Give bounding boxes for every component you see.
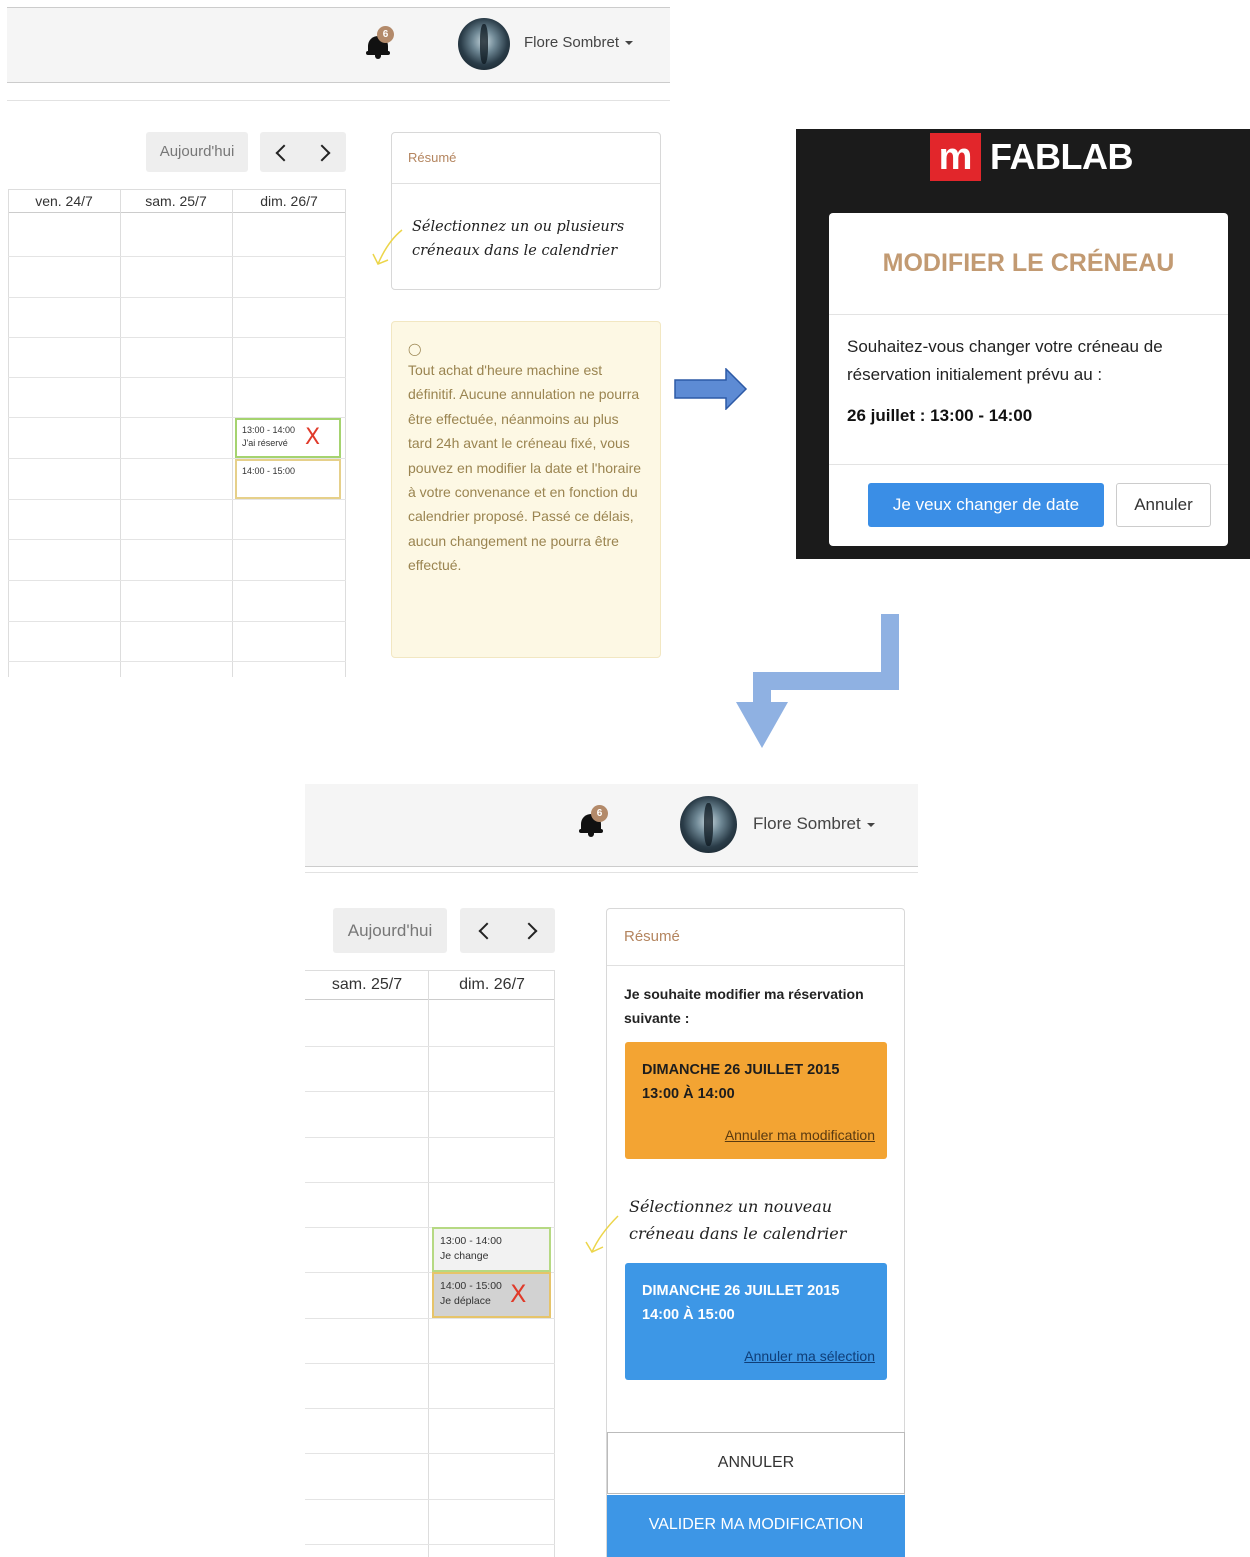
old-slot-card: DIMANCHE 26 JUILLET 2015 13:00 À 14:00 A… xyxy=(625,1042,887,1159)
slot-label: Je déplace xyxy=(440,1295,491,1307)
notification-badge: 6 xyxy=(591,805,608,822)
resume-title: Résumé xyxy=(624,928,680,945)
today-button[interactable]: Aujourd'hui xyxy=(146,132,248,172)
slot-label: J'ai réservé xyxy=(242,438,288,448)
modal-message: Souhaitez-vous changer votre créneau de … xyxy=(847,337,1163,384)
cancel-modification-button[interactable]: ANNULER xyxy=(607,1432,905,1494)
hint-arrow-icon xyxy=(372,229,403,265)
prev-button[interactable] xyxy=(260,132,303,172)
calendar-slot[interactable]: 14:00 - 15:00 xyxy=(235,459,341,499)
slot-time: 14:00 - 15:00 xyxy=(242,466,296,476)
modal-slot: 26 juillet : 13:00 - 14:00 xyxy=(847,406,1033,425)
caret-down-icon xyxy=(866,822,875,827)
day-header: sam. 25/7 xyxy=(120,189,232,213)
user-menu[interactable]: Flore Sombret xyxy=(753,814,875,834)
arrow-down-icon xyxy=(736,614,899,748)
slot-time: 14:00 - 15:00 xyxy=(440,1280,502,1292)
resume-title: Résumé xyxy=(408,150,457,165)
fablab-logo-text: FABLAB xyxy=(990,136,1134,177)
cancel-modification-link[interactable]: Annuler ma modification xyxy=(725,1123,875,1147)
lightbulb-icon: ◯ xyxy=(408,342,422,356)
avatar[interactable] xyxy=(458,18,510,70)
cancel-selection-link[interactable]: Annuler ma sélection xyxy=(744,1344,875,1368)
notification-badge: 6 xyxy=(377,26,394,43)
resume-intro: Je souhaite modifier ma réservation suiv… xyxy=(624,986,864,1026)
validate-modification-button[interactable]: VALIDER MA MODIFICATION xyxy=(607,1495,905,1557)
chevron-left-icon xyxy=(275,144,293,162)
cancel-button[interactable]: Annuler xyxy=(1116,483,1211,527)
caret-down-icon xyxy=(625,40,634,45)
next-button[interactable] xyxy=(507,908,555,953)
chevron-right-icon xyxy=(520,922,538,940)
next-button[interactable] xyxy=(303,132,346,172)
warning-box: ◯ Tout achat d'heure machine est définit… xyxy=(391,321,661,658)
new-slot-date: DIMANCHE 26 JUILLET 2015 xyxy=(642,1283,840,1299)
day-header: sam. 25/7 xyxy=(305,970,429,1000)
day-header: ven. 24/7 xyxy=(8,189,120,213)
calendar-nav-group xyxy=(260,132,346,172)
slot-time: 13:00 - 14:00 xyxy=(440,1235,502,1247)
old-slot-date: DIMANCHE 26 JUILLET 2015 xyxy=(642,1062,840,1078)
bottom-navbar-divider xyxy=(305,872,918,873)
avatar[interactable] xyxy=(680,796,737,853)
old-slot-time: 13:00 À 14:00 xyxy=(642,1086,735,1102)
chevron-right-icon xyxy=(313,144,331,162)
warning-text: Tout achat d'heure machine est définitif… xyxy=(408,362,642,574)
user-name: Flore Sombret xyxy=(524,34,620,51)
cancel-x-icon[interactable]: X xyxy=(305,427,320,449)
new-slot-time: 14:00 À 15:00 xyxy=(642,1307,735,1323)
resume-hint: Sélectionnez un ou plusieurs créneaux da… xyxy=(412,219,625,259)
fablab-logo-mark: m xyxy=(930,133,981,181)
day-header: dim. 26/7 xyxy=(429,970,555,1000)
hint-arrow-icon xyxy=(585,1215,619,1253)
cancel-x-icon[interactable]: X xyxy=(510,1282,526,1306)
user-menu[interactable]: Flore Sombret xyxy=(524,34,634,52)
new-slot-card: DIMANCHE 26 JUILLET 2015 14:00 À 15:00 A… xyxy=(625,1263,887,1380)
changing-slot[interactable]: 13:00 - 14:00 Je change xyxy=(432,1227,551,1272)
calendar-nav-group xyxy=(460,908,555,953)
slot-label: Je change xyxy=(440,1250,489,1262)
resume-hint: Sélectionnez un nouveau créneau dans le … xyxy=(629,1197,847,1243)
resume-panel: Résumé Sélectionnez un ou plusieurs crén… xyxy=(391,132,661,290)
change-date-button[interactable]: Je veux changer de date xyxy=(868,483,1104,527)
today-button[interactable]: Aujourd'hui xyxy=(333,908,447,953)
prev-button[interactable] xyxy=(460,908,507,953)
modal-title: MODIFIER LE CRÉNEAU xyxy=(882,249,1175,277)
slot-time: 13:00 - 14:00 xyxy=(242,425,296,435)
day-header: dim. 26/7 xyxy=(232,189,346,213)
chevron-left-icon xyxy=(478,922,496,940)
user-name: Flore Sombret xyxy=(753,814,861,833)
moved-slot[interactable]: 14:00 - 15:00 Je déplace X xyxy=(432,1272,551,1318)
arrow-right-icon xyxy=(674,368,748,410)
top-navbar-divider xyxy=(7,100,670,101)
modify-slot-modal: MODIFIER LE CRÉNEAU Souhaitez-vous chang… xyxy=(829,213,1228,546)
reserved-slot[interactable]: 13:00 - 14:00 J'ai réservé X xyxy=(235,418,341,458)
